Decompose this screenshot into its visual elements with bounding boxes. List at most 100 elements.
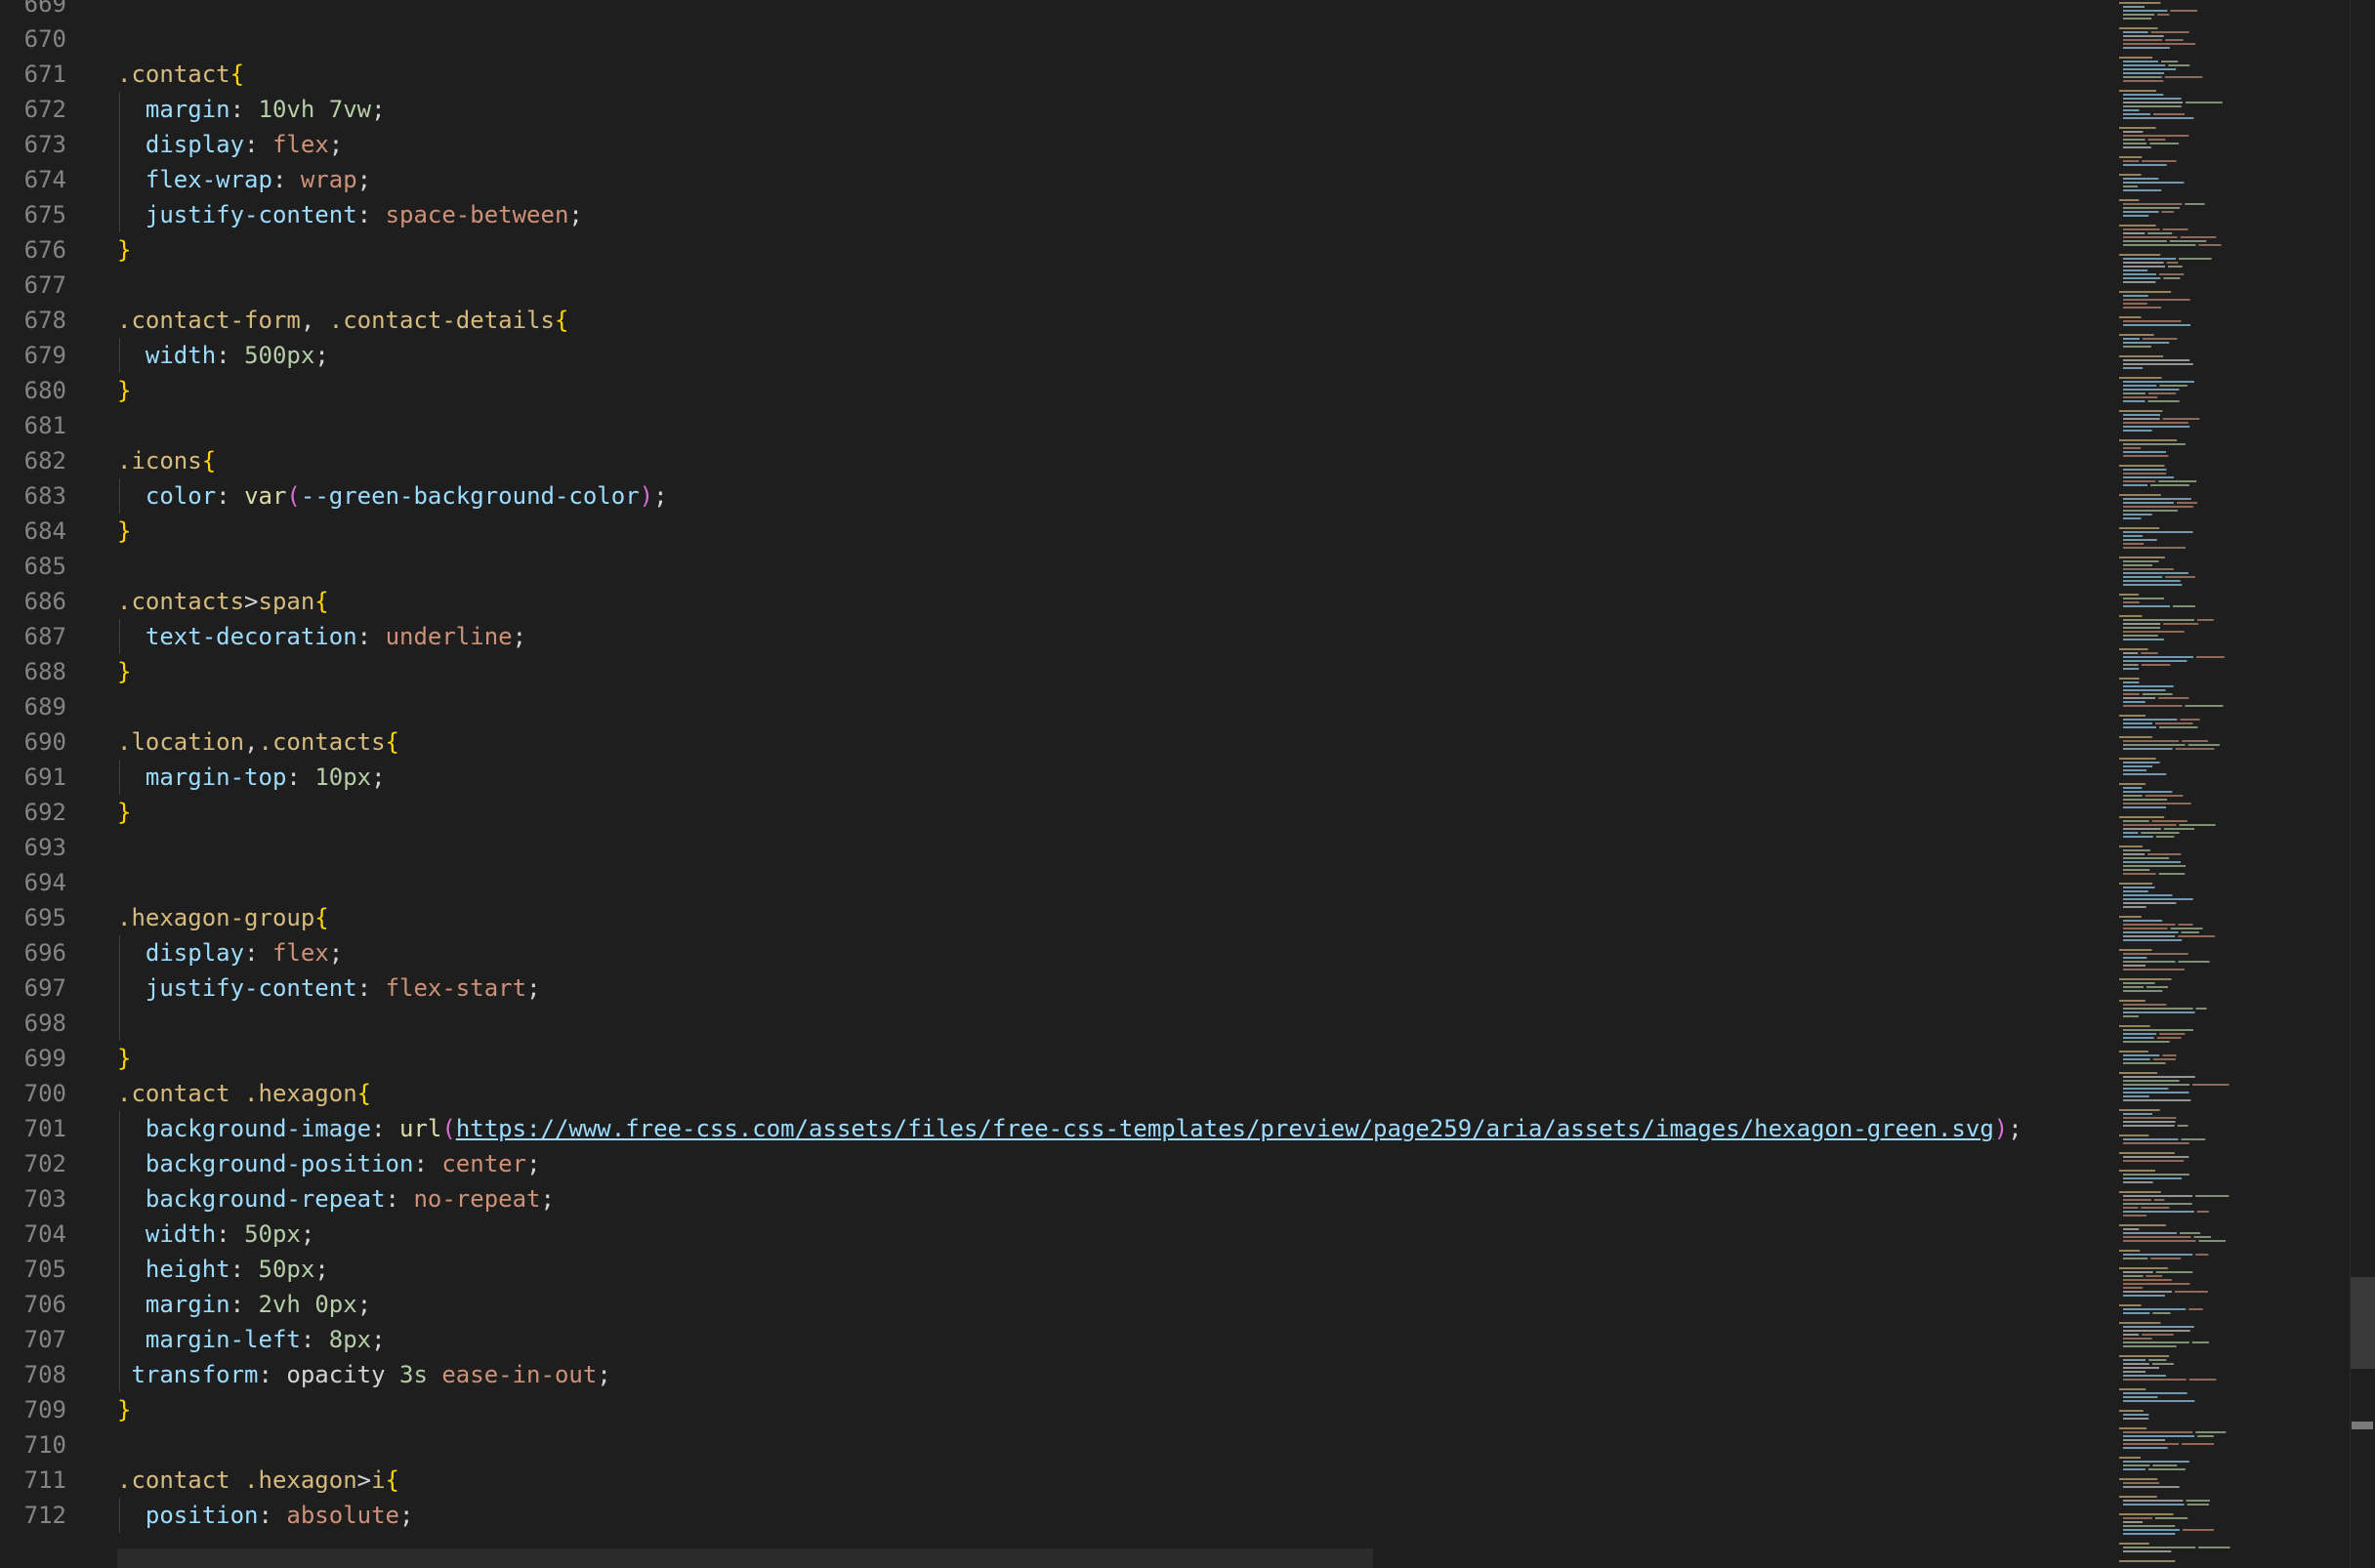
code-token[interactable]: https://www.free-css.com/assets/files/fr… [456, 1115, 1994, 1142]
code-token: ; [2008, 1115, 2022, 1142]
vertical-scrollbar-thumb[interactable] [2351, 1277, 2375, 1369]
line-number: 669 [23, 0, 66, 18]
code-line[interactable]: 696 display: flex; [0, 935, 2109, 970]
code-token: ; [356, 1291, 372, 1318]
code-token: .icons [117, 447, 202, 475]
code-area[interactable]: 669 670 671 .contact{672 margin: 10vh 7vw; 6… [0, 0, 2109, 1533]
code-token: url [399, 1115, 442, 1142]
code-token: { [385, 728, 399, 756]
code-line[interactable]: 708 transform: opacity 3s ease-in-out; [0, 1357, 2109, 1392]
code-line[interactable]: 690 .location,.contacts{ [0, 724, 2109, 760]
code-token: ; [512, 623, 527, 650]
code-line[interactable]: 707 margin-left: 8px; [0, 1322, 2109, 1357]
code-token: : [258, 1361, 287, 1388]
code-token: : [413, 1150, 442, 1177]
code-content: } [117, 514, 131, 549]
code-line[interactable]: 669 [0, 0, 2109, 21]
code-line[interactable]: 706 margin: 2vh 0px; [0, 1287, 2109, 1322]
line-number: 682 [23, 447, 66, 475]
code-line[interactable]: 683 color: var(--green-background-color)… [0, 478, 2109, 514]
code-line[interactable]: 679 width: 500px; [0, 338, 2109, 373]
code-line[interactable]: 670 [0, 21, 2109, 57]
line-number: 686 [23, 588, 66, 615]
code-content: .contact{ [117, 57, 244, 92]
code-token: : [229, 1291, 259, 1318]
line-number: 689 [23, 693, 66, 721]
code-line[interactable]: 674 flex-wrap: wrap; [0, 162, 2109, 197]
code-token: 10px [314, 763, 372, 791]
code-token: > [356, 1466, 372, 1494]
code-token: 8px [328, 1326, 372, 1353]
code-token: } [117, 1045, 132, 1072]
code-token: ; [526, 974, 541, 1002]
code-line[interactable]: 694 [0, 865, 2109, 900]
code-token: : [300, 1326, 329, 1353]
code-line[interactable]: 702 background-position: center; [0, 1146, 2109, 1181]
code-token: opacity [286, 1361, 399, 1388]
code-line[interactable]: 703 background-repeat: no-repeat; [0, 1181, 2109, 1217]
code-token: , [300, 307, 329, 334]
code-token: width [145, 342, 217, 369]
code-line[interactable]: 695 .hexagon-group{ [0, 900, 2109, 935]
code-line[interactable]: 672 margin: 10vh 7vw; [0, 92, 2109, 127]
code-content: justify-content: space-between; [117, 197, 583, 232]
code-editor[interactable]: 669 670 671 .contact{672 margin: 10vh 7vw; 6… [0, 0, 2375, 1568]
code-token: 7vw [328, 96, 372, 123]
code-line[interactable]: 678 .contact-form, .contact-details{ [0, 303, 2109, 338]
code-line[interactable]: 686 .contacts>span{ [0, 584, 2109, 619]
minimap[interactable] [2115, 0, 2350, 1568]
code-token: var [244, 482, 287, 510]
horizontal-scrollbar[interactable] [117, 1548, 1373, 1568]
code-line[interactable]: 676} [0, 232, 2109, 268]
code-line[interactable]: 677 [0, 268, 2109, 303]
code-line[interactable]: 699} [0, 1041, 2109, 1076]
code-line[interactable]: 682 .icons{ [0, 443, 2109, 478]
code-token: margin [145, 96, 230, 123]
code-line[interactable]: 697 justify-content: flex-start; [0, 970, 2109, 1006]
code-line[interactable]: 705 height: 50px; [0, 1252, 2109, 1287]
code-line[interactable]: 671 .contact{ [0, 57, 2109, 92]
code-line[interactable]: 709} [0, 1392, 2109, 1427]
code-line[interactable]: 712 position: absolute; [0, 1498, 2109, 1533]
code-line[interactable]: 691 margin-top: 10px; [0, 760, 2109, 795]
code-line[interactable]: 711 .contact .hexagon>i{ [0, 1463, 2109, 1498]
code-token: } [117, 377, 132, 404]
code-token: : [229, 1256, 259, 1283]
code-line[interactable]: 675 justify-content: space-between; [0, 197, 2109, 232]
code-content: .contacts>span{ [117, 584, 329, 619]
code-line[interactable]: 680} [0, 373, 2109, 408]
code-content: margin-top: 10px; [117, 760, 386, 795]
code-token: : [229, 96, 259, 123]
code-line[interactable]: 701 background-image: url(https://www.fr… [0, 1111, 2109, 1146]
code-token: background-repeat [145, 1185, 386, 1213]
code-line[interactable]: 693 [0, 830, 2109, 865]
code-line[interactable]: 704 width: 50px; [0, 1217, 2109, 1252]
code-content: .hexagon-group{ [117, 900, 329, 935]
code-line[interactable]: 700 .contact .hexagon{ [0, 1076, 2109, 1111]
code-token: flex [271, 131, 329, 158]
vertical-scrollbar[interactable] [2350, 0, 2375, 1568]
code-line[interactable]: 710 [0, 1427, 2109, 1463]
code-content: } [117, 232, 131, 268]
code-token: { [385, 1466, 399, 1494]
code-line[interactable]: 684} [0, 514, 2109, 549]
code-line[interactable]: 692} [0, 795, 2109, 830]
code-token: ease-in-out [441, 1361, 598, 1388]
code-line[interactable]: 685 [0, 549, 2109, 584]
code-line[interactable]: 689 [0, 689, 2109, 724]
code-token: ; [300, 1220, 315, 1248]
code-token: absolute [286, 1502, 399, 1529]
code-line[interactable]: 688} [0, 654, 2109, 689]
code-line[interactable]: 673 display: flex; [0, 127, 2109, 162]
code-line[interactable]: 687 text-decoration: underline; [0, 619, 2109, 654]
code-content: background-image: url(https://www.free-c… [117, 1111, 2022, 1146]
scroll-position-marker [2352, 1422, 2373, 1429]
code-token: : [356, 201, 386, 228]
line-number: 676 [23, 236, 66, 264]
code-line[interactable]: 681 [0, 408, 2109, 443]
code-line[interactable]: 698 [0, 1006, 2109, 1041]
